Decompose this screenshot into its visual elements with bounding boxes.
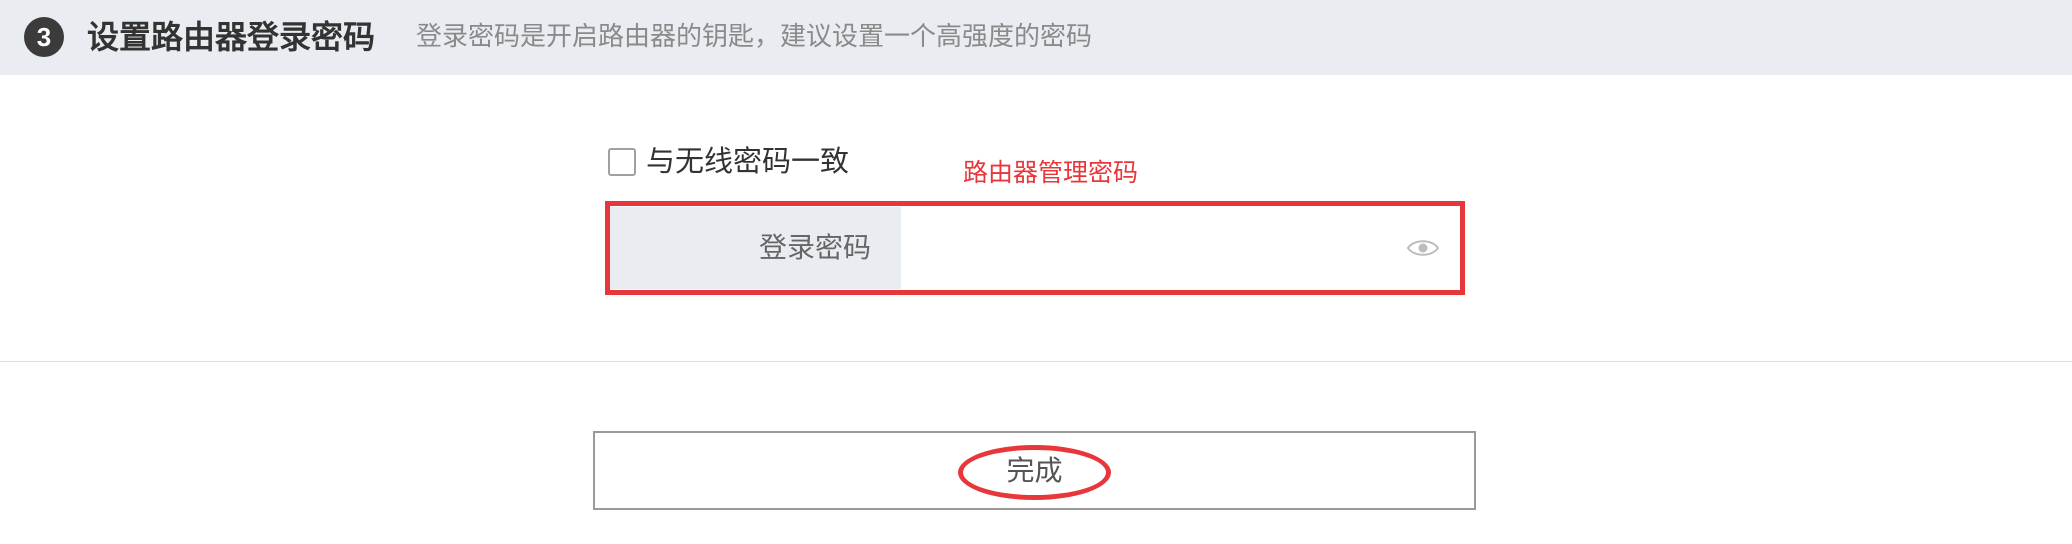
- step-number-icon: 3: [24, 17, 64, 57]
- section-subtitle: 登录密码是开启路由器的钥匙，建议设置一个高强度的密码: [416, 21, 1093, 51]
- section-header: 3 设置路由器登录密码 登录密码是开启路由器的钥匙，建议设置一个高强度的密码: [0, 0, 2072, 75]
- router-setup-page: 3 设置路由器登录密码 登录密码是开启路由器的钥匙，建议设置一个高强度的密码 与…: [0, 0, 2072, 544]
- same-as-wireless-checkbox[interactable]: [608, 148, 636, 176]
- annotation-label: 路由器管理密码: [963, 159, 1139, 187]
- same-as-wireless-label[interactable]: 与无线密码一致: [646, 142, 849, 182]
- password-field-label: 登录密码: [610, 207, 901, 289]
- eye-icon[interactable]: [1406, 236, 1440, 260]
- section-title: 设置路由器登录密码: [87, 19, 376, 55]
- login-password-input[interactable]: [901, 207, 1460, 289]
- finish-button[interactable]: 完成: [593, 431, 1476, 510]
- section-divider: [0, 361, 2072, 362]
